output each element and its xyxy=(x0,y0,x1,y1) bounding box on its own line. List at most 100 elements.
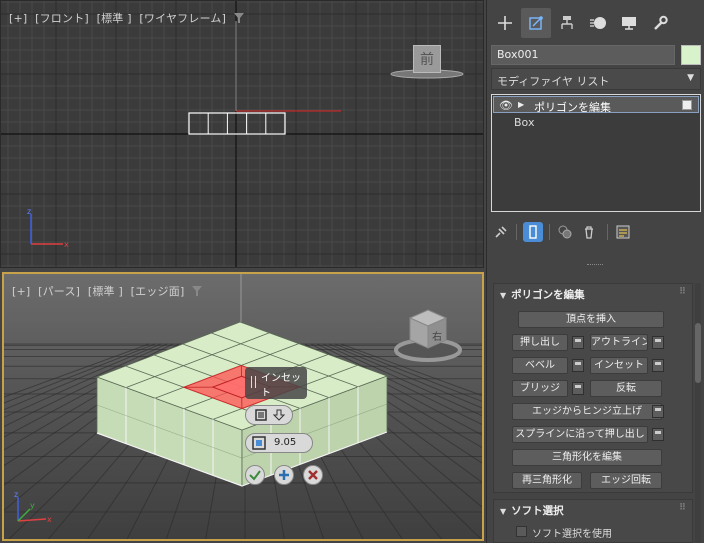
rollout-title: ポリゴンを編集 xyxy=(511,289,585,301)
expand-triangle-icon[interactable]: ▶ xyxy=(518,100,524,109)
bevel-button[interactable]: ベベル xyxy=(512,357,568,374)
stack-item-toggle[interactable] xyxy=(682,100,692,110)
rollout-header-edit-poly[interactable]: ▼ ポリゴンを編集 ⠿ xyxy=(494,284,692,302)
modify-icon xyxy=(529,16,543,30)
viewcube-cube-icon xyxy=(394,309,462,362)
svg-text:z: z xyxy=(27,207,31,216)
insert-vertex-button[interactable]: 頂点を挿入 xyxy=(518,311,664,328)
viewport-menu-plus[interactable]: [+] xyxy=(12,285,30,298)
perspective-viewport[interactable]: [+] [パース] [標準 ] [エッジ面] 右 x z y インセット 9.0… xyxy=(2,272,484,541)
collapse-triangle-icon: ▼ xyxy=(500,291,507,300)
viewport-display-mode[interactable]: [エッジ面] xyxy=(131,285,185,298)
dropdown-arrow-icon: ▼ xyxy=(687,73,694,83)
viewcube-face-front[interactable]: 前 xyxy=(413,45,441,73)
show-end-result-button[interactable] xyxy=(523,222,543,242)
svg-text:x: x xyxy=(64,240,69,249)
viewport-shading-standard[interactable]: [標準 ] xyxy=(97,12,132,25)
eye-icon[interactable]: 👁 xyxy=(499,99,513,112)
modifier-list-label: モディファイヤ リスト xyxy=(497,75,610,88)
pin-icon xyxy=(495,226,507,238)
use-soft-selection-checkbox[interactable] xyxy=(516,526,527,537)
make-unique-icon xyxy=(558,225,572,239)
create-icon xyxy=(498,16,512,30)
viewport-menu-plus[interactable]: [+] xyxy=(9,12,27,25)
motion-icon xyxy=(590,17,606,29)
inset-caddy-title[interactable]: インセット xyxy=(245,367,307,399)
plus-icon xyxy=(279,470,289,480)
panel-scrollbar-thumb[interactable] xyxy=(695,323,701,383)
caddy-apply-button[interactable] xyxy=(274,465,294,485)
bridge-button[interactable]: ブリッジ xyxy=(512,380,568,397)
viewport-shading-standard[interactable]: [標準 ] xyxy=(88,285,123,298)
bevel-settings-button[interactable] xyxy=(572,359,584,372)
object-color-swatch[interactable] xyxy=(681,45,701,65)
tab-utilities[interactable] xyxy=(645,8,675,38)
caddy-title-label: インセット xyxy=(261,373,301,399)
flip-button[interactable]: 反転 xyxy=(590,380,662,397)
panel-splitter[interactable] xyxy=(587,264,603,268)
viewport-display-mode[interactable]: [ワイヤフレーム] xyxy=(139,12,226,25)
object-name-field[interactable]: Box001 xyxy=(491,45,675,65)
make-unique-button[interactable] xyxy=(555,222,575,242)
turn-edge-button[interactable]: エッジ回転 xyxy=(590,472,662,489)
inset-button[interactable]: インセット xyxy=(590,357,648,374)
inset-type-selector[interactable] xyxy=(245,405,293,425)
stack-item-edit-poly[interactable]: 👁 ▶ ポリゴンを編集 xyxy=(493,96,699,114)
inset-amount-value[interactable]: 9.05 xyxy=(274,437,296,448)
retriangulate-button[interactable]: 再三角形化 xyxy=(512,472,582,489)
viewport-pov-label[interactable]: [パース] xyxy=(38,285,80,298)
soft-selection-rollout: ▼ ソフト選択 ⠿ ソフト選択を使用 xyxy=(493,499,693,543)
hinge-from-edge-button[interactable]: エッジからヒンジ立上げ xyxy=(512,403,662,420)
rollout-title: ソフト選択 xyxy=(511,505,564,517)
front-viewport[interactable]: [+] [フロント] [標準 ] [ワイヤフレーム] 前 x z xyxy=(0,0,484,268)
tab-motion[interactable] xyxy=(583,8,613,38)
tab-modify[interactable] xyxy=(521,8,551,38)
axis-tripod-icon: x z xyxy=(27,207,69,249)
pin-stack-button[interactable] xyxy=(491,222,511,242)
trash-icon xyxy=(585,226,593,239)
caddy-grip-icon[interactable] xyxy=(251,376,256,388)
edit-triangulation-button[interactable]: 三角形化を編集 xyxy=(512,449,662,466)
viewport-pov-label[interactable]: [フロント] xyxy=(35,12,89,25)
inset-amount-icon xyxy=(252,436,266,450)
caddy-cancel-button[interactable] xyxy=(303,465,323,485)
edit-poly-rollout: ▼ ポリゴンを編集 ⠿ 頂点を挿入 押し出し アウトライン ベベル インセット ブ… xyxy=(493,283,693,493)
hinge-settings-button[interactable] xyxy=(652,405,664,418)
viewcube[interactable]: 前 xyxy=(389,41,469,81)
command-panel: Box001 モディファイヤ リスト ▼ 👁 ▶ ポリゴンを編集 Box ▼ ポ… xyxy=(486,0,704,543)
stack-item-label: Box xyxy=(514,116,535,129)
panel-scrollbar[interactable] xyxy=(695,283,701,543)
extrude-button[interactable]: 押し出し xyxy=(512,334,568,351)
modifier-list-dropdown[interactable]: モディファイヤ リスト ▼ xyxy=(491,68,701,90)
viewcube-label: 右 xyxy=(432,332,442,343)
extrude-settings-button[interactable] xyxy=(572,336,584,349)
perspective-viewport-label[interactable]: [+] [パース] [標準 ] [エッジ面] xyxy=(12,283,203,299)
display-icon xyxy=(622,17,636,30)
svg-text:z: z xyxy=(14,490,18,499)
configure-modifier-sets-button[interactable] xyxy=(613,222,633,242)
remove-modifier-button[interactable] xyxy=(579,222,599,242)
filter-icon[interactable] xyxy=(233,13,244,23)
viewcube[interactable]: 右 xyxy=(390,304,466,366)
stack-item-box[interactable]: Box xyxy=(514,116,534,129)
inset-amount-field[interactable]: 9.05 xyxy=(245,433,313,453)
bridge-settings-button[interactable] xyxy=(572,382,584,395)
tab-display[interactable] xyxy=(614,8,644,38)
cancel-icon xyxy=(308,470,318,480)
caddy-ok-button[interactable] xyxy=(245,465,265,485)
extrude-spline-settings-button[interactable] xyxy=(652,428,664,441)
collapse-triangle-icon: ▼ xyxy=(500,507,507,516)
filter-icon[interactable] xyxy=(192,286,203,296)
configure-icon xyxy=(616,225,630,239)
outline-settings-button[interactable] xyxy=(652,336,664,349)
tab-hierarchy[interactable] xyxy=(552,8,582,38)
extrude-along-spline-button[interactable]: スプラインに沿って押し出し xyxy=(512,426,648,443)
modifier-stack[interactable]: 👁 ▶ ポリゴンを編集 Box xyxy=(491,94,701,212)
inset-settings-button[interactable] xyxy=(652,359,664,372)
inset-group-icon xyxy=(255,409,286,421)
check-icon xyxy=(249,470,261,481)
front-viewport-label[interactable]: [+] [フロント] [標準 ] [ワイヤフレーム] xyxy=(9,10,244,26)
outline-button[interactable]: アウトライン xyxy=(590,334,648,351)
rollout-header-soft-selection[interactable]: ▼ ソフト選択 ⠿ xyxy=(494,500,692,518)
tab-create[interactable] xyxy=(490,8,520,38)
